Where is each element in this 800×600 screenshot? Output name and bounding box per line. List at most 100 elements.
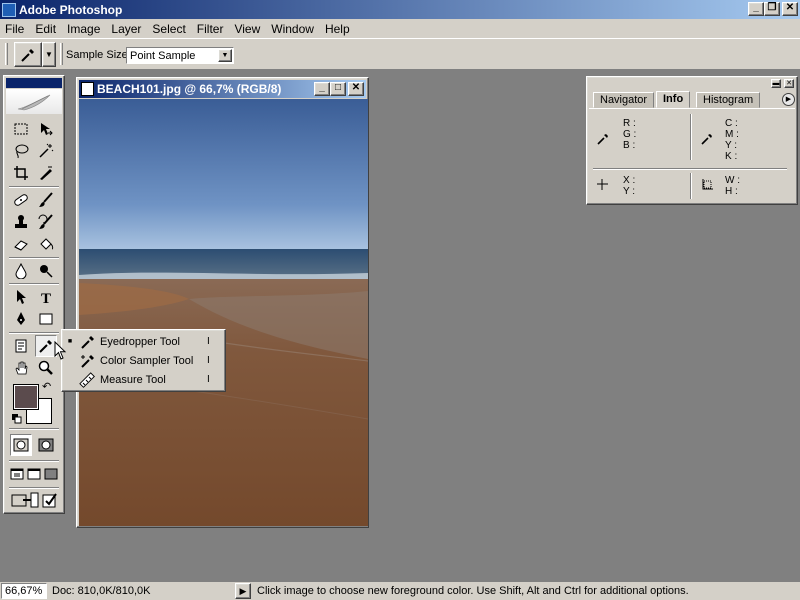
slice-tool-icon[interactable]: [35, 162, 57, 184]
tab-info[interactable]: Info: [656, 91, 691, 108]
chevron-down-icon[interactable]: ▼: [218, 49, 232, 62]
toolbox-header[interactable]: [6, 78, 62, 88]
beach-image-canvas[interactable]: [79, 99, 368, 526]
eyedropper-icon: [76, 334, 100, 350]
swap-colors-icon[interactable]: ↶: [42, 380, 51, 393]
default-colors-icon[interactable]: [12, 414, 22, 424]
healing-brush-tool-icon[interactable]: [10, 189, 32, 211]
notes-tool-icon[interactable]: [10, 335, 32, 357]
eyedropper-flyout-menu: ■ Eyedropper Tool I Color Sampler Tool I…: [61, 329, 226, 392]
flyout-label: Eyedropper Tool: [100, 335, 180, 348]
palette-minimize-button[interactable]: ▬: [771, 79, 781, 88]
app-title: Adobe Photoshop: [19, 2, 123, 17]
checkmark-icon[interactable]: [39, 489, 61, 511]
tool-preset-picker[interactable]: ▼: [14, 42, 56, 67]
info-palette: ▬ ✕ Navigator Info Histogram ▶ R : G : B…: [586, 76, 798, 205]
menu-help[interactable]: Help: [320, 22, 356, 36]
preset-dropdown-arrow-icon[interactable]: ▼: [42, 42, 56, 67]
quick-mask-mode-icon[interactable]: [35, 434, 57, 456]
options-bar-grip[interactable]: [5, 43, 8, 65]
info-label-k: K :: [725, 151, 738, 162]
rgb-eyedropper-icon[interactable]: [597, 133, 609, 148]
toolbox-separator: [9, 460, 59, 462]
dodge-tool-icon[interactable]: [35, 260, 57, 282]
cmyk-eyedropper-icon[interactable]: [701, 133, 713, 148]
info-label-x: X :: [623, 175, 636, 186]
svg-text:T: T: [41, 291, 51, 305]
menu-select[interactable]: Select: [147, 22, 191, 36]
path-selection-tool-icon[interactable]: [10, 286, 32, 308]
flyout-label: Measure Tool: [100, 373, 166, 386]
zoom-level-field[interactable]: 66,67%: [1, 583, 47, 599]
menu-edit[interactable]: Edit: [30, 22, 62, 36]
menu-file[interactable]: File: [0, 22, 30, 36]
standard-screen-mode-icon[interactable]: [9, 463, 25, 485]
restore-button[interactable]: ❐: [764, 2, 780, 16]
close-button[interactable]: ✕: [782, 2, 798, 16]
menu-window[interactable]: Window: [266, 22, 320, 36]
toolbox-separator: [9, 332, 59, 334]
info-label-b: B :: [623, 140, 636, 151]
tab-histogram[interactable]: Histogram: [696, 92, 761, 108]
tab-navigator[interactable]: Navigator: [593, 92, 655, 108]
flyout-item-eyedropper[interactable]: ■ Eyedropper Tool I: [64, 332, 223, 351]
palette-menu-arrow-icon[interactable]: ▶: [782, 93, 795, 106]
eyedropper-preset-icon[interactable]: [14, 42, 42, 67]
pen-tool-icon[interactable]: [10, 308, 32, 330]
document-icon[interactable]: [81, 82, 94, 96]
magic-wand-tool-icon[interactable]: [35, 140, 57, 162]
document-window: BEACH101.jpg @ 66,7% (RGB/8) _ □ ✕: [76, 77, 369, 528]
info-horizontal-separator: [593, 168, 787, 170]
palette-close-button[interactable]: ✕: [784, 79, 794, 88]
sample-size-select[interactable]: Point Sample ▼: [126, 47, 234, 64]
sample-size-label: Sample Size:: [66, 49, 131, 61]
flyout-item-measure[interactable]: Measure Tool I: [64, 370, 223, 389]
photoshop-app-icon[interactable]: [2, 2, 16, 17]
crop-tool-icon[interactable]: [10, 162, 32, 184]
paint-bucket-tool-icon[interactable]: [35, 233, 57, 255]
status-menu-arrow-icon[interactable]: ▶: [235, 583, 251, 599]
toolbox-separator: [9, 428, 59, 430]
mouse-pointer-icon: [54, 340, 68, 364]
full-screen-mode-icon[interactable]: [43, 463, 59, 485]
jump-to-imageready-icon[interactable]: [10, 489, 40, 511]
doc-minimize-button[interactable]: _: [314, 82, 330, 96]
menu-layer[interactable]: Layer: [106, 22, 147, 36]
hand-tool-icon[interactable]: [10, 357, 32, 379]
foreground-color-swatch[interactable]: [13, 384, 39, 410]
lasso-tool-icon[interactable]: [10, 140, 32, 162]
full-screen-menu-mode-icon[interactable]: [26, 463, 42, 485]
crosshair-icon: [597, 179, 609, 194]
flyout-shortcut: I: [207, 336, 210, 347]
menu-image[interactable]: Image: [62, 22, 106, 36]
minimize-button[interactable]: _: [748, 2, 764, 16]
standard-mode-icon[interactable]: [10, 434, 32, 456]
toolbox-separator: [9, 257, 59, 259]
eraser-tool-icon[interactable]: [10, 233, 32, 255]
doc-maximize-button[interactable]: □: [330, 82, 346, 96]
measure-ruler-icon: [76, 371, 100, 388]
clone-stamp-tool-icon[interactable]: [10, 211, 32, 233]
window-controls: _ ❐ ✕: [746, 2, 798, 16]
flyout-shortcut: I: [207, 374, 210, 385]
history-brush-tool-icon[interactable]: [35, 211, 57, 233]
info-panel-body: R : G : B : C : M : Y : K : X : Y : W : …: [589, 108, 795, 202]
move-tool-icon[interactable]: [35, 118, 57, 140]
palette-title-bar[interactable]: ▬ ✕: [588, 78, 796, 88]
type-tool-icon[interactable]: T: [35, 286, 57, 308]
document-title-bar[interactable]: BEACH101.jpg @ 66,7% (RGB/8) _ □ ✕: [79, 80, 366, 98]
brush-tool-icon[interactable]: [35, 189, 57, 211]
flyout-item-color-sampler[interactable]: Color Sampler Tool I: [64, 351, 223, 370]
info-label-g: G :: [623, 129, 637, 140]
doc-close-button[interactable]: ✕: [348, 82, 364, 96]
doc-size-info: Doc: 810,0K/810,0K: [52, 585, 151, 597]
menu-filter[interactable]: Filter: [192, 22, 230, 36]
photoshop-feather-logo[interactable]: [6, 89, 62, 114]
status-bar: 66,67% Doc: 810,0K/810,0K ▶ Click image …: [0, 582, 800, 600]
menu-view[interactable]: View: [229, 22, 266, 36]
blur-tool-icon[interactable]: [10, 260, 32, 282]
toolbox-separator: [9, 283, 59, 285]
info-label-w: W :: [725, 175, 740, 186]
rectangle-tool-icon[interactable]: [35, 308, 57, 330]
marquee-tool-icon[interactable]: [10, 118, 32, 140]
